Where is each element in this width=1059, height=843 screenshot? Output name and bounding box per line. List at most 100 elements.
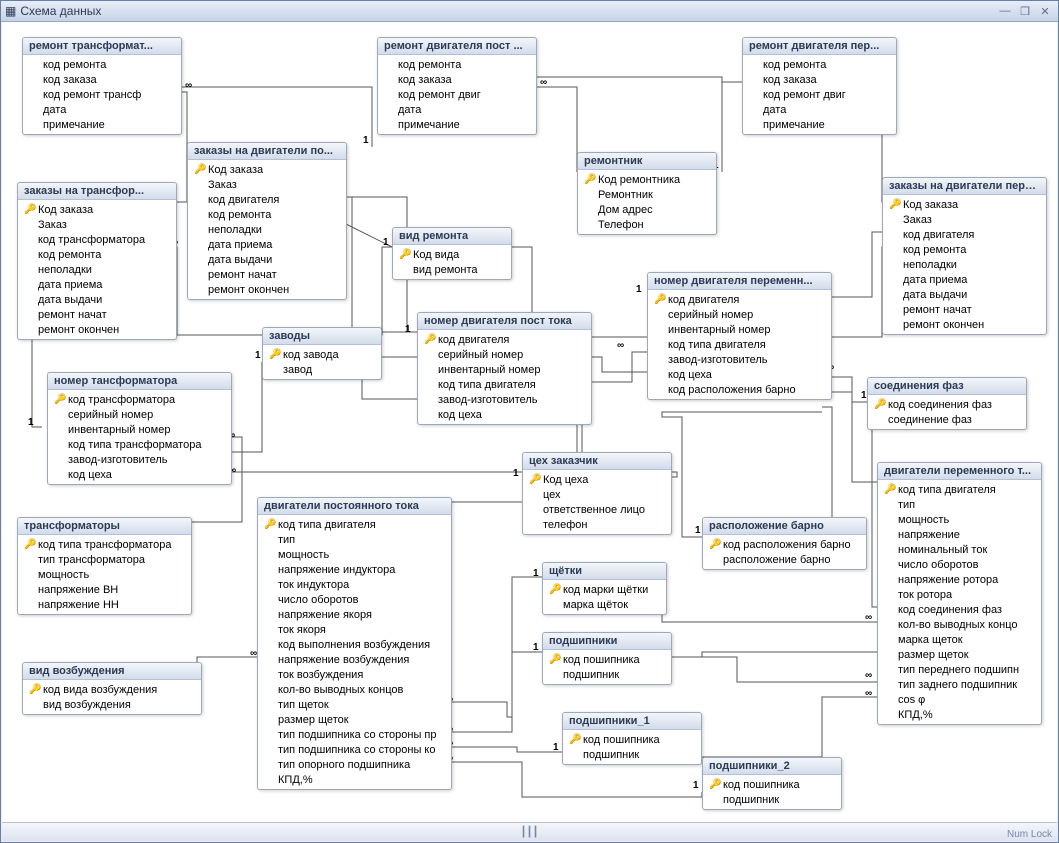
table-field[interactable]: завод <box>265 362 379 377</box>
table-field[interactable]: 🔑код типа двигателя <box>880 482 1039 497</box>
table-field[interactable]: дата приема <box>190 237 344 252</box>
table-field[interactable]: цех <box>525 487 669 502</box>
table-field[interactable]: напряжение ротора <box>880 572 1039 587</box>
table-title[interactable]: заказы на двигатели по... <box>188 143 346 160</box>
table-zakazy-transf[interactable]: заказы на трансфор... 🔑Код заказаЗаказкод… <box>17 182 177 340</box>
table-field[interactable]: неполадки <box>190 222 344 237</box>
table-field[interactable]: серийный номер <box>420 347 589 362</box>
table-title[interactable]: ремонтник <box>578 153 716 170</box>
table-field[interactable]: тип подшипника со стороны ко <box>260 742 449 757</box>
table-field[interactable]: код цеха <box>650 367 829 382</box>
table-nomer-transf[interactable]: номер тансформатора🔑код трансформаторасе… <box>47 372 232 485</box>
table-field[interactable]: вид возбуждения <box>25 697 199 712</box>
table-field[interactable]: код выполнения возбуждения <box>260 637 449 652</box>
table-field[interactable]: тип опорного подшипника <box>260 757 449 772</box>
table-field[interactable]: серийный номер <box>50 407 229 422</box>
table-field[interactable]: 🔑код двигателя <box>650 292 829 307</box>
table-field[interactable]: ток ротора <box>880 587 1039 602</box>
table-field[interactable]: 🔑Код вида <box>395 247 509 262</box>
table-field[interactable]: код ремонта <box>885 242 1044 257</box>
table-field[interactable]: Телефон <box>580 217 714 232</box>
table-title[interactable]: подшипники <box>543 633 671 650</box>
table-field[interactable]: неполадки <box>20 262 174 277</box>
table-field[interactable]: дата приема <box>20 277 174 292</box>
table-field[interactable]: 🔑код завода <box>265 347 379 362</box>
table-field[interactable]: расположение барно <box>705 552 864 567</box>
table-field[interactable]: 🔑код типа двигателя <box>260 517 449 532</box>
table-field[interactable]: код типа трансформатора <box>50 437 229 452</box>
table-field[interactable]: подшипник <box>705 792 839 807</box>
table-podship2[interactable]: подшипники_2🔑код пошипникаподшипник <box>702 757 842 810</box>
table-transformatory[interactable]: трансформаторы🔑код типа трансформаторати… <box>17 517 192 615</box>
table-field[interactable]: cos φ <box>880 692 1039 707</box>
table-dvig-per[interactable]: двигатели переменного т...🔑код типа двиг… <box>877 462 1042 725</box>
table-field[interactable]: тип заднего подшипник <box>880 677 1039 692</box>
table-field[interactable]: код трансформатора <box>20 232 174 247</box>
table-field[interactable]: мощность <box>20 567 189 582</box>
table-field[interactable]: код ремонта <box>745 57 894 72</box>
table-field[interactable]: напряжение якоря <box>260 607 449 622</box>
table-field[interactable]: напряжение индуктора <box>260 562 449 577</box>
table-field[interactable]: 🔑Код заказа <box>190 162 344 177</box>
table-field[interactable]: инвентарный номер <box>420 362 589 377</box>
table-field[interactable]: число оборотов <box>260 592 449 607</box>
table-field[interactable]: ремонт начат <box>20 307 174 322</box>
table-field[interactable]: код типа двигателя <box>420 377 589 392</box>
table-field[interactable]: ремонт начат <box>885 302 1044 317</box>
table-field[interactable]: число оборотов <box>880 557 1039 572</box>
titlebar[interactable]: ▦ Схема данных — ❐ ✕ <box>1 1 1058 22</box>
table-field[interactable]: код цеха <box>50 467 229 482</box>
table-field[interactable]: завод-изготовитель <box>420 392 589 407</box>
table-field[interactable]: код соединения фаз <box>880 602 1039 617</box>
maximize-button[interactable]: ❐ <box>1016 4 1034 18</box>
table-podship1[interactable]: подшипники_1🔑код пошипникаподшипник <box>562 712 702 765</box>
table-soed-faz[interactable]: соединения фаз🔑код соединения фазсоедине… <box>867 377 1027 430</box>
close-button[interactable]: ✕ <box>1036 4 1054 18</box>
table-field[interactable]: мощность <box>260 547 449 562</box>
table-field[interactable]: 🔑код марки щётки <box>545 582 664 597</box>
table-title[interactable]: номер тансформатора <box>48 373 231 390</box>
table-field[interactable]: серийный номер <box>650 307 829 322</box>
table-field[interactable]: 🔑код двигателя <box>420 332 589 347</box>
table-field[interactable]: ток индуктора <box>260 577 449 592</box>
table-title[interactable]: заказы на трансфор... <box>18 183 176 200</box>
table-field[interactable]: подшипник <box>545 667 669 682</box>
table-title[interactable]: расположение барно <box>703 518 866 535</box>
table-field[interactable]: Дом адрес <box>580 202 714 217</box>
table-field[interactable]: Заказ <box>885 212 1044 227</box>
table-field[interactable]: тип <box>880 497 1039 512</box>
table-field[interactable]: примечание <box>25 117 179 132</box>
table-tseh[interactable]: цех заказчик🔑Код цехацехответственное ли… <box>522 452 672 535</box>
table-field[interactable]: телефон <box>525 517 669 532</box>
table-field[interactable]: код ремонта <box>190 207 344 222</box>
table-field[interactable]: дата <box>380 102 534 117</box>
table-field[interactable]: 🔑Код ремонтника <box>580 172 714 187</box>
table-shchetki[interactable]: щётки🔑код марки щёткимарка щёток <box>542 562 667 615</box>
table-field[interactable]: инвентарный номер <box>650 322 829 337</box>
table-title[interactable]: номер двигателя пост тока <box>418 313 591 330</box>
table-title[interactable]: ремонт трансформат... <box>23 38 181 55</box>
diagram-canvas[interactable]: ∞ 1 ∞ 1 ∞ 1 ∞ 1 1 ∞ ∞ 1 ∞ ∞ 1 1 1 1 ∞ 1 … <box>2 22 1057 822</box>
table-dvig-post[interactable]: двигатели постоянного тока 🔑код типа двиг… <box>257 497 452 790</box>
table-title[interactable]: двигатели постоянного тока <box>258 498 451 515</box>
table-field[interactable]: 🔑код типа трансформатора <box>20 537 189 552</box>
table-field[interactable]: ответственное лицо <box>525 502 669 517</box>
table-field[interactable]: Заказ <box>20 217 174 232</box>
table-field[interactable]: 🔑код пошипника <box>705 777 839 792</box>
table-field[interactable]: тип подшипника со стороны пр <box>260 727 449 742</box>
table-field[interactable]: размер щеток <box>880 647 1039 662</box>
table-field[interactable]: тип <box>260 532 449 547</box>
table-field[interactable]: ток якоря <box>260 622 449 637</box>
table-field[interactable]: тип переднего подшипн <box>880 662 1039 677</box>
table-field[interactable]: подшипник <box>565 747 699 762</box>
table-title[interactable]: вид возбуждения <box>23 663 201 680</box>
table-zakazy-dvig-per[interactable]: заказы на двигатели пере...🔑Код заказаЗа… <box>882 177 1047 335</box>
minimize-button[interactable]: — <box>996 4 1014 18</box>
table-field[interactable]: 🔑Код заказа <box>885 197 1044 212</box>
table-field[interactable]: код заказа <box>745 72 894 87</box>
table-field[interactable]: соединение фаз <box>870 412 1024 427</box>
table-field[interactable]: 🔑Код заказа <box>20 202 174 217</box>
table-field[interactable]: тип щеток <box>260 697 449 712</box>
table-podship[interactable]: подшипники🔑код пошипникаподшипник <box>542 632 672 685</box>
table-field[interactable]: марка щеток <box>880 632 1039 647</box>
